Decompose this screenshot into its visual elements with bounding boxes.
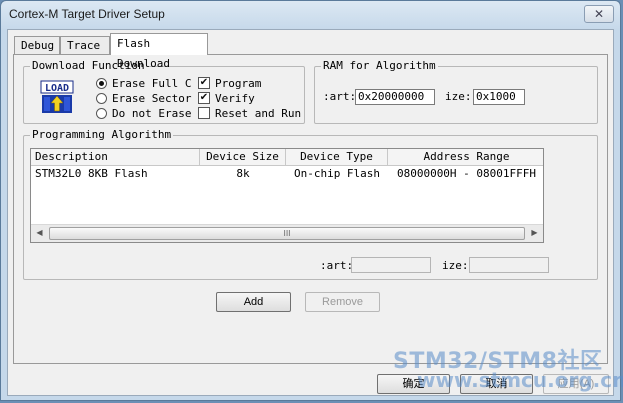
remove-button[interactable]: Remove — [305, 292, 380, 312]
ram-for-algorithm-group: RAM for Algorithm :art: 0x20000000 ize: … — [314, 59, 598, 124]
close-icon: ✕ — [593, 7, 605, 21]
programming-algorithm-group: Programming Algorithm Description Device… — [23, 128, 598, 280]
cell-address-range: 08000000H - 08001FFFH — [396, 167, 537, 180]
algorithm-list[interactable]: Description Device Size Device Type Addr… — [30, 148, 544, 243]
add-button[interactable]: Add — [216, 292, 291, 312]
reset-and-run-label: Reset and Run — [215, 106, 302, 120]
reset-and-run-checkbox[interactable]: Reset and Run — [198, 106, 301, 120]
radio-indicator — [96, 92, 107, 104]
verify-label: Verify — [215, 91, 255, 105]
tab-trace[interactable]: Trace — [60, 36, 110, 54]
watermark-url: www.stmcu.org.cn — [417, 368, 623, 392]
cell-description: STM32L0 8KB Flash — [35, 167, 148, 180]
download-function-group: Download Function LOAD Erase Full C Eras… — [23, 59, 305, 124]
radio-indicator — [96, 77, 107, 89]
do-not-erase-label: Do not Erase — [112, 106, 192, 120]
load-icon-text: LOAD — [45, 83, 69, 94]
erase-full-chip-label: Erase Full C — [112, 76, 192, 90]
window-title: Cortex-M Target Driver Setup — [9, 7, 165, 21]
column-address-range[interactable]: Address Range — [388, 149, 543, 165]
erase-sector-label: Erase Sector — [112, 91, 192, 105]
ram-size-label: ize: — [445, 90, 472, 103]
erase-sector-radio[interactable]: Erase Sector — [96, 91, 191, 105]
tab-flash-download[interactable]: Flash Download — [110, 33, 208, 70]
do-not-erase-radio[interactable]: Do not Erase — [96, 106, 191, 120]
checkbox-box — [198, 107, 210, 119]
program-checkbox[interactable]: ✔ Program — [198, 76, 261, 90]
ram-start-input[interactable]: 0x20000000 — [355, 89, 435, 105]
table-row[interactable]: STM32L0 8KB Flash 8k On-chip Flash 08000… — [31, 166, 543, 182]
horizontal-scrollbar[interactable]: ◀ III ▶ — [31, 224, 543, 242]
erase-full-chip-radio[interactable]: Erase Full C — [96, 76, 191, 90]
flash-download-panel: Download Function LOAD Erase Full C Eras… — [13, 54, 608, 364]
load-icon: LOAD — [40, 80, 74, 113]
column-description[interactable]: Description — [31, 149, 200, 165]
radio-indicator — [96, 107, 107, 119]
algo-size-label: ize: — [442, 259, 469, 272]
ram-size-input[interactable]: 0x1000 — [473, 89, 525, 105]
program-label: Program — [215, 76, 262, 90]
programming-algorithm-label: Programming Algorithm — [30, 128, 174, 142]
cell-device-type: On-chip Flash — [293, 167, 381, 180]
dialog-window: Cortex-M Target Driver Setup ✕ Debug Tra… — [0, 0, 623, 401]
cell-device-size: 8k — [236, 167, 250, 180]
tab-debug[interactable]: Debug — [14, 36, 60, 54]
algo-start-label: :art: — [320, 259, 354, 272]
algo-start-input[interactable] — [351, 257, 431, 273]
ram-for-algorithm-label: RAM for Algorithm — [321, 59, 438, 73]
check-icon: ✔ — [198, 77, 210, 89]
verify-checkbox[interactable]: ✔ Verify — [198, 91, 255, 105]
check-icon: ✔ — [198, 92, 210, 104]
scroll-thumb[interactable]: III — [49, 227, 525, 240]
ram-start-label: :art: — [323, 90, 357, 103]
column-device-type[interactable]: Device Type — [286, 149, 388, 165]
algo-size-input[interactable] — [469, 257, 549, 273]
close-button[interactable]: ✕ — [584, 5, 614, 23]
dialog-client: Debug Trace Flash Download Download Func… — [7, 29, 614, 396]
column-device-size[interactable]: Device Size — [200, 149, 286, 165]
scroll-left-icon[interactable]: ◀ — [31, 225, 48, 241]
title-bar[interactable]: Cortex-M Target Driver Setup ✕ — [1, 1, 620, 29]
list-header: Description Device Size Device Type Addr… — [31, 149, 543, 166]
scroll-right-icon[interactable]: ▶ — [526, 225, 543, 241]
